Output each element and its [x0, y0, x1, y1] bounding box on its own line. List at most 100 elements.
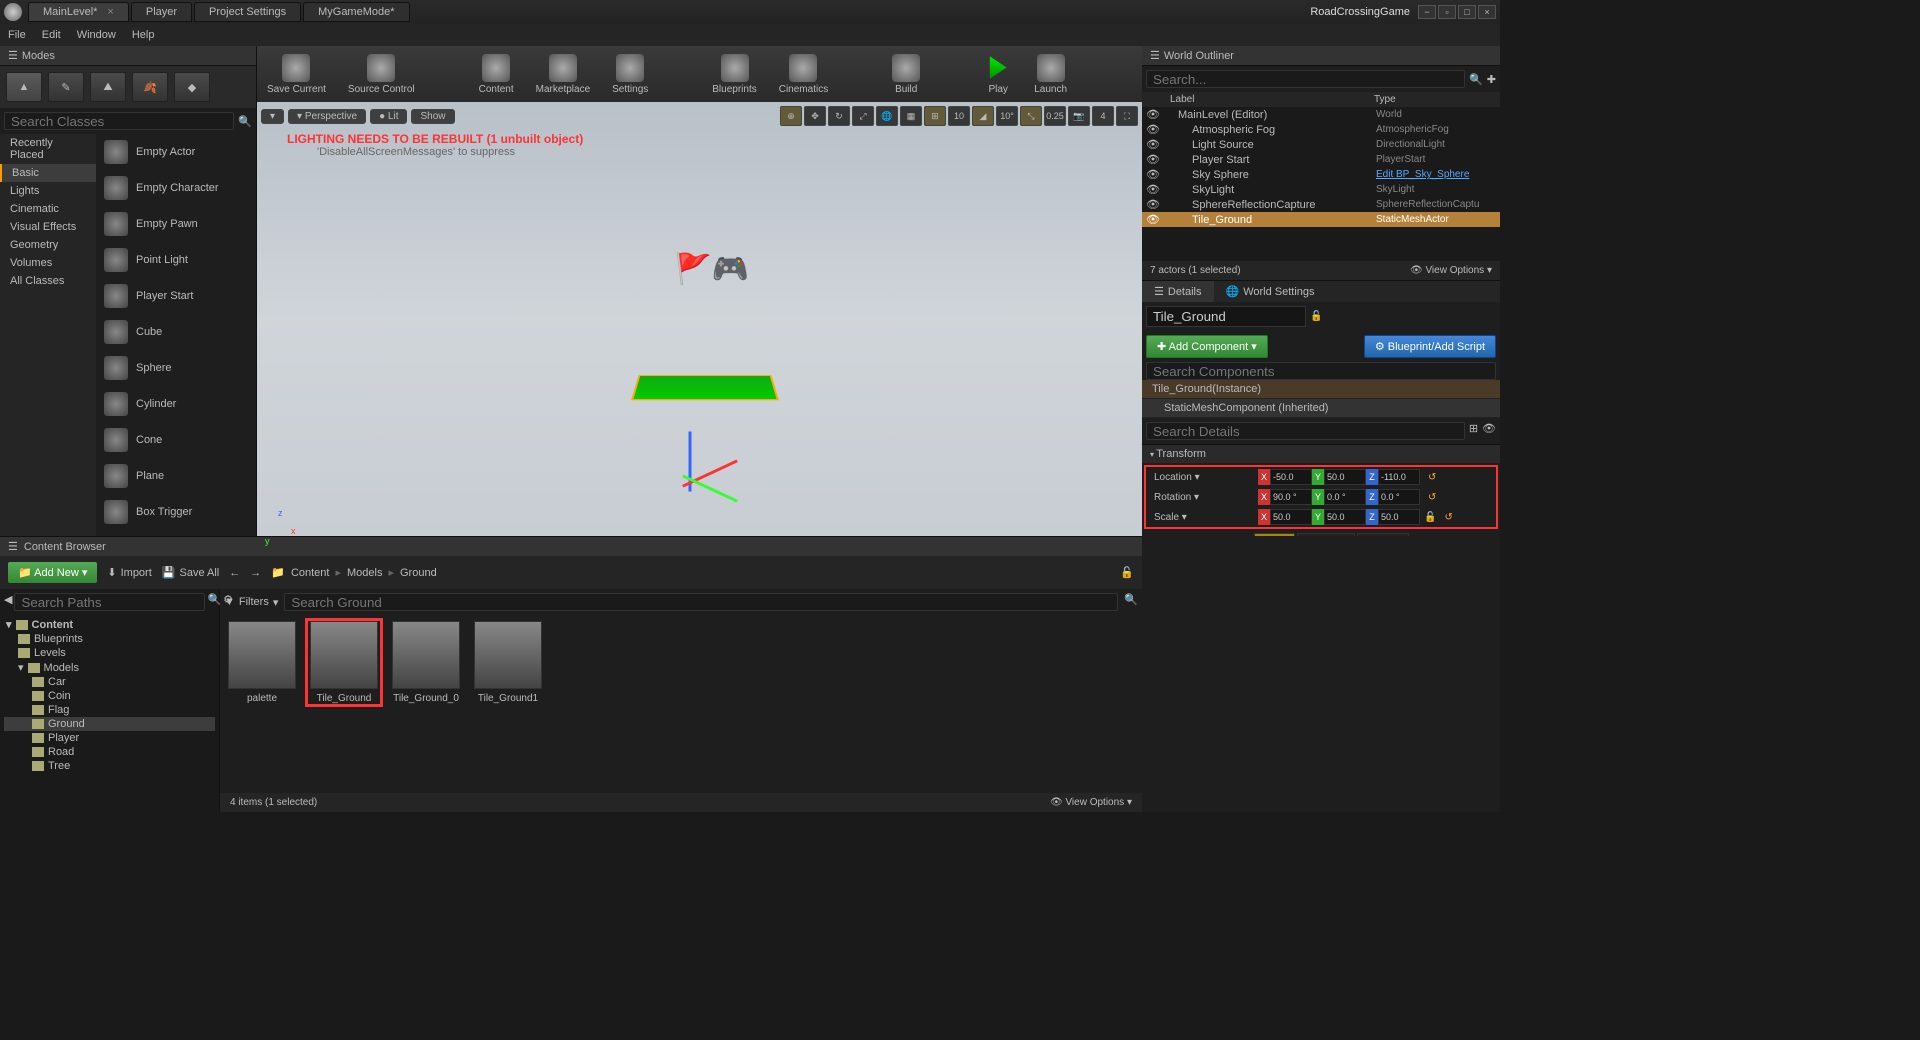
tree-models[interactable]: ▾ Models — [4, 660, 215, 675]
tree-blueprints[interactable]: Blueprints — [4, 632, 215, 646]
vp-camera-speed[interactable]: 4 — [1092, 106, 1114, 126]
eye-icon[interactable]: 👁 — [1146, 168, 1160, 181]
blueprints-button[interactable]: Blueprints — [712, 54, 756, 95]
search-paths-input[interactable] — [14, 593, 205, 611]
asset-palette[interactable]: palette — [226, 621, 298, 704]
outliner-row-selected[interactable]: 👁Tile_GroundStaticMeshActor — [1142, 212, 1500, 227]
landscape-mode-icon[interactable]: ⛰ — [90, 72, 126, 102]
outliner-tab[interactable]: ☰ World Outliner — [1142, 46, 1500, 66]
menu-window[interactable]: Window — [77, 29, 116, 41]
actor-cone[interactable]: Cone — [96, 422, 256, 458]
scale-z-input[interactable] — [1378, 509, 1420, 525]
vp-menu-button[interactable]: ▾ — [261, 109, 284, 124]
vp-coord-toggle-icon[interactable]: 🌐 — [876, 106, 898, 126]
vp-grid-snap-icon[interactable]: ⊞ — [924, 106, 946, 126]
eye-icon[interactable]: 👁 — [1146, 123, 1160, 136]
close-button[interactable]: × — [1478, 5, 1496, 19]
actor-sphere[interactable]: Sphere — [96, 350, 256, 386]
lock-icon[interactable]: 🔓 — [1310, 311, 1322, 322]
property-matrix-icon[interactable]: ⊞ — [1469, 422, 1478, 440]
actor-box-trigger[interactable]: Box Trigger — [96, 494, 256, 530]
search-icon[interactable]: 🔍 — [238, 115, 252, 128]
breadcrumb-content[interactable]: Content — [291, 567, 330, 579]
vp-angle-snap-icon[interactable]: ◢ — [972, 106, 994, 126]
paint-mode-icon[interactable]: ✎ — [48, 72, 84, 102]
tab-mygamemode[interactable]: MyGameMode* — [303, 2, 409, 22]
build-button[interactable]: Build — [892, 54, 920, 95]
component-row[interactable]: StaticMeshComponent (Inherited) — [1142, 399, 1500, 417]
tree-tree[interactable]: Tree — [4, 759, 215, 773]
eye-icon[interactable]: 👁 — [1146, 138, 1160, 151]
asset-tile-ground-1[interactable]: Tile_Ground1 — [472, 621, 544, 704]
vp-camera-speed-icon[interactable]: 📷 — [1068, 106, 1090, 126]
tile-ground-mesh[interactable] — [630, 375, 778, 400]
actor-player-start[interactable]: Player Start — [96, 278, 256, 314]
outliner-row[interactable]: 👁Sky SphereEdit BP_Sky_Sphere — [1142, 167, 1500, 182]
actor-plane[interactable]: Plane — [96, 458, 256, 494]
source-control-button[interactable]: Source Control — [348, 54, 415, 95]
cinematics-button[interactable]: Cinematics — [779, 54, 828, 95]
location-x-input[interactable] — [1270, 469, 1312, 485]
restore-button[interactable]: ▫ — [1438, 5, 1456, 19]
component-row[interactable]: Tile_Ground(Instance) — [1142, 380, 1500, 398]
rotation-y-input[interactable] — [1324, 489, 1366, 505]
tab-player[interactable]: Player — [131, 2, 192, 22]
breadcrumb-ground[interactable]: Ground — [400, 567, 437, 579]
tree-ground[interactable]: Ground — [4, 717, 215, 731]
lock-scale-icon[interactable]: 🔓 — [1424, 512, 1436, 523]
location-z-input[interactable] — [1378, 469, 1420, 485]
search-components-input[interactable] — [1146, 362, 1496, 380]
save-current-button[interactable]: Save Current — [267, 54, 326, 95]
cat-basic[interactable]: Basic — [0, 164, 96, 182]
rotation-x-input[interactable] — [1270, 489, 1312, 505]
tree-player[interactable]: Player — [4, 731, 215, 745]
tab-project-settings[interactable]: Project Settings — [194, 2, 301, 22]
lock-icon[interactable]: 🔓 — [1120, 566, 1134, 579]
add-new-button[interactable]: 📁 Add New ▾ — [8, 562, 97, 583]
add-component-button[interactable]: ✚ Add Component ▾ — [1146, 335, 1268, 358]
maximize-button[interactable]: □ — [1458, 5, 1476, 19]
reset-icon[interactable]: ↺ — [1428, 492, 1436, 503]
save-all-button[interactable]: 💾 Save All — [162, 566, 219, 579]
cat-volumes[interactable]: Volumes — [0, 254, 96, 272]
vp-maximize-icon[interactable]: ⛶ — [1116, 106, 1138, 126]
vp-scale-snap-icon[interactable]: ⤡ — [1020, 106, 1042, 126]
breadcrumb-models[interactable]: Models — [347, 567, 382, 579]
tree-flag[interactable]: Flag — [4, 703, 215, 717]
eye-icon[interactable]: 👁 — [1482, 422, 1496, 440]
place-mode-icon[interactable]: ▲ — [6, 72, 42, 102]
col-label[interactable]: Label — [1170, 94, 1374, 105]
actor-name-input[interactable] — [1146, 306, 1306, 327]
tab-world-settings[interactable]: 🌐 World Settings — [1214, 281, 1327, 302]
forward-icon[interactable]: → — [250, 567, 261, 579]
transform-section[interactable]: Transform — [1142, 444, 1500, 463]
asset-tile-ground[interactable]: Tile_Ground — [308, 621, 380, 704]
actor-cylinder[interactable]: Cylinder — [96, 386, 256, 422]
tree-car[interactable]: Car — [4, 675, 215, 689]
outliner-row-mainlevel[interactable]: 👁MainLevel (Editor)World — [1142, 107, 1500, 122]
marketplace-button[interactable]: Marketplace — [536, 54, 590, 95]
vp-lit-button[interactable]: ● Lit — [370, 109, 407, 124]
viewport[interactable]: ▾ ▾ Perspective ● Lit Show ⊕ ✥ ↻ ⤢ 🌐 ▦ ⊞… — [257, 102, 1142, 536]
outliner-row[interactable]: 👁SphereReflectionCaptureSphereReflection… — [1142, 197, 1500, 212]
search-icon[interactable]: 🔍 — [1124, 593, 1138, 611]
tree-road[interactable]: Road — [4, 745, 215, 759]
vp-rotate-tool-icon[interactable]: ↻ — [828, 106, 850, 126]
back-icon[interactable]: ← — [229, 567, 240, 579]
eye-icon[interactable]: 👁 — [1146, 198, 1160, 211]
scale-y-input[interactable] — [1324, 509, 1366, 525]
cat-all-classes[interactable]: All Classes — [0, 272, 96, 290]
cat-cinematic[interactable]: Cinematic — [0, 200, 96, 218]
foliage-mode-icon[interactable]: 🍂 — [132, 72, 168, 102]
close-icon[interactable]: × — [107, 6, 113, 18]
vp-scale-tool-icon[interactable]: ⤢ — [852, 106, 874, 126]
tab-mainlevel[interactable]: MainLevel*× — [28, 2, 129, 22]
settings-button[interactable]: Settings — [612, 54, 648, 95]
col-type[interactable]: Type — [1374, 94, 1494, 105]
import-button[interactable]: ⬇ Import — [107, 566, 151, 579]
asset-tile-ground-0[interactable]: Tile_Ground_0 — [390, 621, 462, 704]
view-options-button[interactable]: 👁 View Options ▾ — [1050, 797, 1132, 808]
modes-panel-tab[interactable]: ☰ Modes — [0, 46, 256, 66]
rotation-z-input[interactable] — [1378, 489, 1420, 505]
vp-perspective-button[interactable]: ▾ Perspective — [288, 109, 366, 124]
